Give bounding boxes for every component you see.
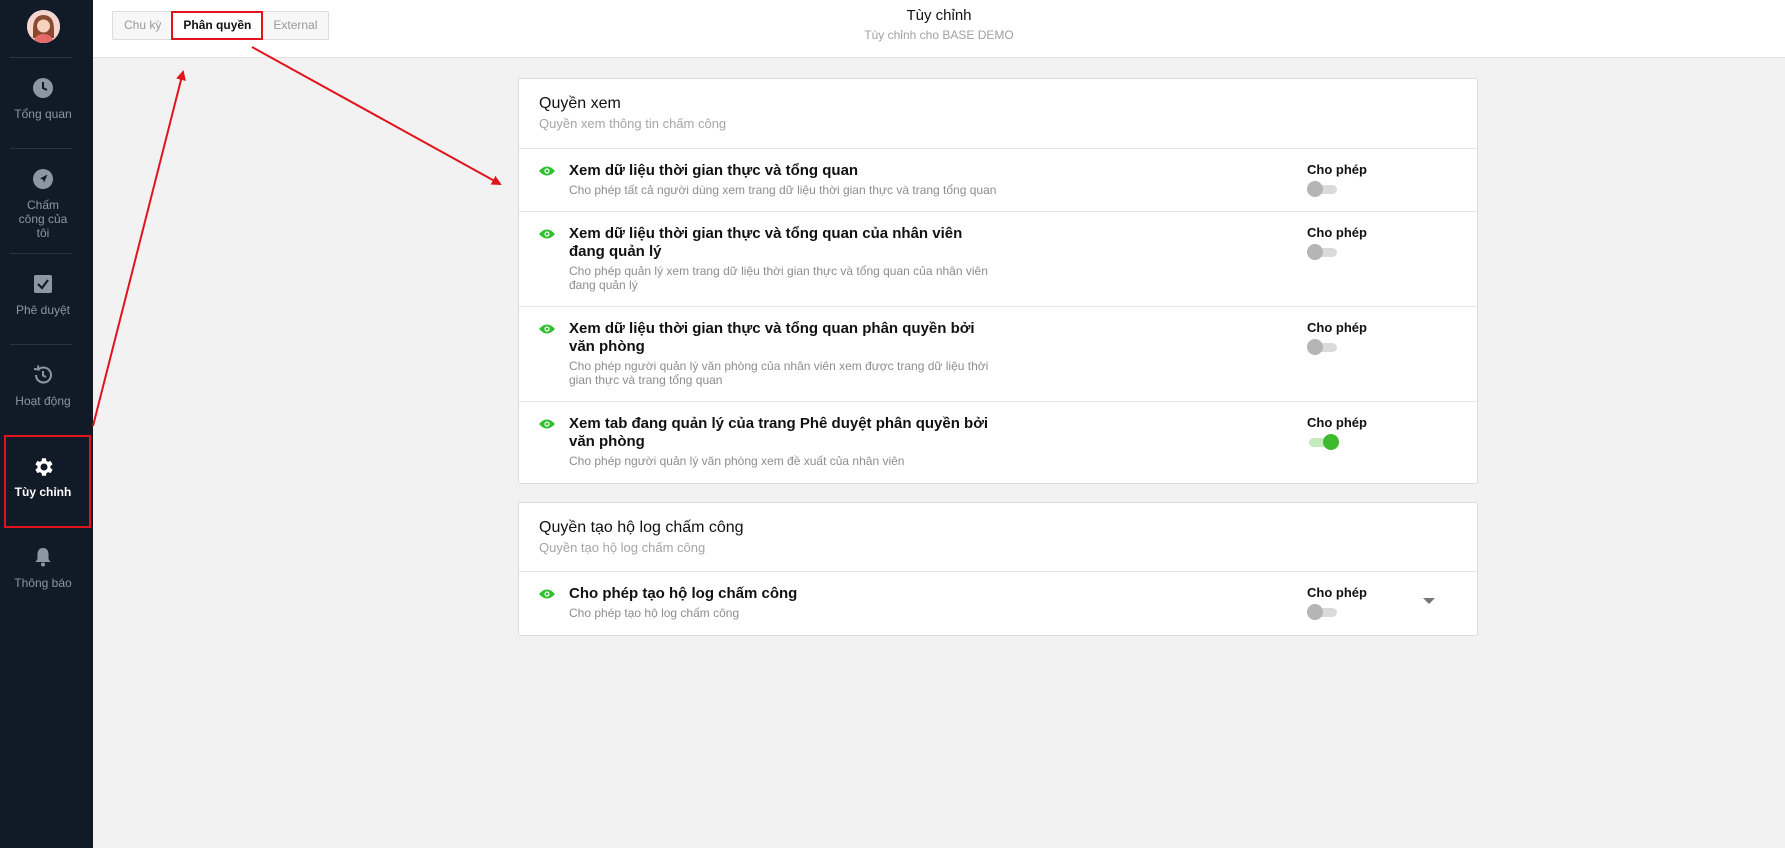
chevron-down-icon[interactable]: [1423, 598, 1435, 604]
sidebar-item-my-attendance[interactable]: Chấm công của tôi: [0, 168, 86, 240]
sidebar-item-label: Thông báo: [14, 576, 72, 590]
eye-icon: [539, 324, 555, 334]
permission-row: Xem tab đang quản lý của trang Phê duyệt…: [519, 402, 1477, 483]
permission-status-label: Cho phép: [1307, 225, 1367, 240]
permission-status-label: Cho phép: [1307, 415, 1367, 430]
history-icon: [32, 364, 54, 386]
section-proxy-log-permissions: Quyền tạo hộ log chấm công Quyền tạo hộ …: [518, 502, 1478, 636]
eye-icon: [539, 229, 555, 239]
allow-toggle[interactable]: [1307, 434, 1339, 450]
sidebar-item-label: Chấm công của tôi: [18, 198, 68, 240]
allow-toggle[interactable]: [1307, 244, 1339, 260]
eye-icon: [539, 419, 555, 429]
section-subtitle: Quyền tạo hộ log chấm công: [539, 540, 706, 555]
permission-status-label: Cho phép: [1307, 320, 1367, 335]
sidebar-item-activity[interactable]: Hoạt động: [0, 364, 86, 408]
permission-description: Cho phép người quản lý văn phòng xem đề …: [569, 454, 905, 468]
clock-icon: [32, 77, 54, 99]
permission-description: Cho phép quản lý xem trang dữ liệu thời …: [569, 264, 988, 292]
section-title: Quyền xem: [539, 95, 621, 112]
allow-toggle[interactable]: [1307, 339, 1339, 355]
permission-row: Xem dữ liệu thời gian thực và tổng quan …: [519, 212, 1477, 307]
permission-description: Cho phép người quản lý văn phòng của nhâ…: [569, 359, 989, 387]
page-title: Tùy chỉnh: [906, 7, 972, 24]
permission-title: Cho phép tạo hộ log chấm công: [569, 585, 798, 602]
sidebar-item-label: Phê duyệt: [15, 303, 71, 317]
sidebar-item-overview[interactable]: Tổng quan: [0, 77, 86, 121]
permission-row: Xem dữ liệu thời gian thực và tổng quan …: [519, 149, 1477, 212]
section-title: Quyền tạo hộ log chấm công: [539, 519, 744, 536]
section-view-permissions: Quyền xem Quyền xem thông tin chấm công …: [518, 78, 1478, 484]
bell-icon: [32, 546, 54, 568]
annotation-highlight-box: [4, 435, 91, 528]
checkbox-icon: [32, 273, 54, 295]
permission-title: Xem tab đang quản lý của trang Phê duyệt…: [569, 415, 989, 450]
sidebar: Tổng quan Chấm công của tôi Phê duyệt Ho…: [0, 0, 93, 848]
permission-status-label: Cho phép: [1307, 162, 1367, 177]
top-bar: Chu kỳ Phân quyền External Tùy chỉnh Tùy…: [93, 0, 1785, 58]
navigation-arrow-icon: [32, 168, 54, 190]
permission-title: Xem dữ liệu thời gian thực và tổng quan: [569, 162, 859, 179]
sidebar-item-label: Hoạt động: [15, 394, 71, 408]
permission-row: Xem dữ liệu thời gian thực và tổng quan …: [519, 307, 1477, 402]
avatar[interactable]: [27, 10, 60, 43]
sidebar-item-approval[interactable]: Phê duyệt: [0, 273, 86, 317]
allow-toggle[interactable]: [1307, 604, 1339, 620]
allow-toggle[interactable]: [1307, 181, 1339, 197]
permission-status-label: Cho phép: [1307, 585, 1367, 600]
permission-title: Xem dữ liệu thời gian thực và tổng quan …: [569, 320, 975, 355]
permission-row: Cho phép tạo hộ log chấm công Cho phép t…: [519, 572, 1477, 635]
section-header: Quyền xem Quyền xem thông tin chấm công: [519, 79, 1477, 149]
permission-title: Xem dữ liệu thời gian thực và tổng quan …: [569, 225, 963, 260]
section-header: Quyền tạo hộ log chấm công Quyền tạo hộ …: [519, 503, 1477, 572]
permission-description: Cho phép tạo hộ log chấm công: [569, 606, 740, 620]
eye-icon: [539, 166, 555, 176]
permission-description: Cho phép tất cả người dùng xem trang dữ …: [569, 183, 997, 197]
sidebar-item-notifications[interactable]: Thông báo: [0, 546, 86, 590]
sidebar-item-label: Tổng quan: [14, 107, 72, 121]
section-subtitle: Quyền xem thông tin chấm công: [539, 116, 727, 131]
eye-icon: [539, 589, 555, 599]
page-subtitle: Tùy chỉnh cho BASE DEMO: [864, 28, 1014, 42]
